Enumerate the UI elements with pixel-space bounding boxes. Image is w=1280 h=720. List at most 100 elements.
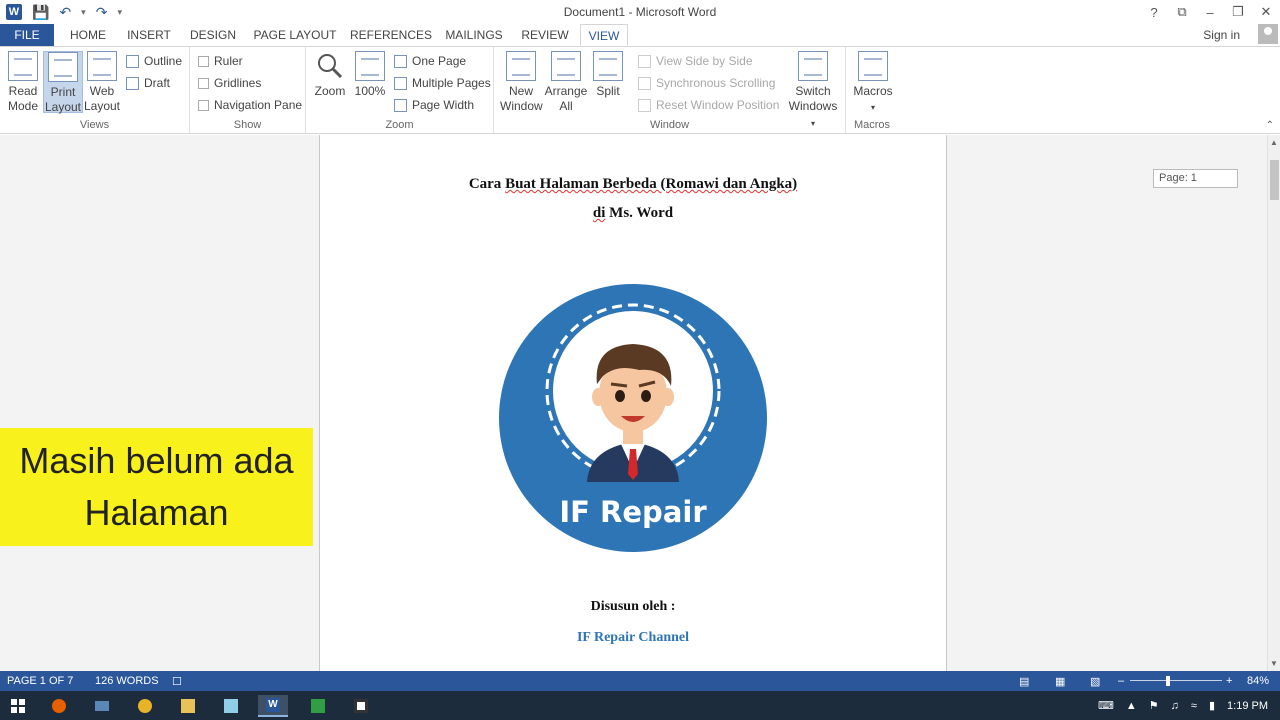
collapse-ribbon-icon[interactable]: ⌃ [1266,120,1274,131]
start-button[interactable] [3,695,33,717]
tab-page-layout[interactable]: PAGE LAYOUT [252,24,338,46]
zoom-in-icon[interactable]: + [1226,675,1232,687]
show-group: Ruler Gridlines Navigation Pane Show [190,47,306,133]
views-group-label: Views [79,119,110,131]
vertical-scrollbar[interactable]: ▲ ▼ [1267,135,1280,671]
macros-group: Macros ▾ Macros [846,47,898,133]
print-layout-button[interactable]: Print Layout [43,51,83,114]
volume-icon[interactable]: ♫ [1171,700,1179,712]
read-mode-view-icon[interactable]: ▤ [1019,675,1029,688]
macros-group-label: Macros [853,119,891,131]
network-icon[interactable]: ⚑ [1149,699,1159,712]
zoom-slider[interactable] [1130,680,1222,681]
close-button[interactable]: ✕ [1252,0,1280,24]
document-title-line-1: Cara Buat Halaman Berbeda (Romawi dan An… [468,176,798,192]
reset-window-position-icon [638,98,651,112]
show-group-label: Show [233,119,262,131]
tab-insert[interactable]: INSERT [124,24,174,46]
tab-mailings[interactable]: MAILINGS [442,24,506,46]
magnifier-icon [315,51,345,81]
camtasia-green-taskbar-icon[interactable] [303,695,333,717]
view-side-by-side-icon [638,54,651,68]
page-count[interactable]: PAGE 1 OF 7 [7,675,73,687]
navigation-pane-checkbox[interactable]: Navigation Pane [198,96,302,114]
battery-icon[interactable]: ▮ [1209,699,1215,712]
document-work-area: Cara Buat Halaman Berbeda (Romawi dan An… [0,135,1267,671]
tab-review[interactable]: REVIEW [518,24,572,46]
show-hidden-icons-icon[interactable]: ▲ [1126,700,1137,712]
status-bar: PAGE 1 OF 7 126 WORDS ☐ ▤ ▦ ▧ – + 84% [0,671,1280,691]
read-mode-button[interactable]: Read Mode [3,51,43,114]
word-count[interactable]: 126 WORDS [95,675,159,687]
zoom-group-label: Zoom [385,119,414,131]
zoom-slider-thumb[interactable] [1166,676,1170,686]
page-width-button[interactable]: Page Width [394,96,474,114]
arrange-all-button[interactable]: Arrange All [544,51,588,114]
chrome-taskbar-icon[interactable] [130,695,160,717]
sign-in-link[interactable]: Sign in [1203,28,1240,42]
avatar[interactable] [1258,24,1278,44]
scroll-down-icon[interactable]: ▼ [1270,659,1278,668]
tab-file[interactable]: FILE [0,24,54,46]
svg-text:IF Repair: IF Repair [559,495,707,529]
document-disusun: Disusun oleh : [590,599,676,614]
synchronous-scrolling-icon [638,76,651,90]
web-layout-icon [87,51,117,81]
zoom-100-button[interactable]: 100% [350,51,390,99]
file-explorer-taskbar-icon[interactable] [173,695,203,717]
tab-home[interactable]: HOME [62,24,114,46]
keyboard-taskbar-icon[interactable] [87,695,117,717]
page-tooltip: Page: 1 [1153,169,1238,188]
gridlines-checkbox-box[interactable] [198,77,209,89]
clock[interactable]: 1:19 PM [1227,700,1268,712]
web-layout-view-icon[interactable]: ▧ [1090,675,1100,688]
word-taskbar-icon[interactable]: W [258,695,288,717]
tab-design[interactable]: DESIGN [186,24,240,46]
zoom-out-icon[interactable]: – [1118,675,1124,687]
draft-button[interactable]: Draft [126,74,170,92]
camtasia-taskbar-icon[interactable] [346,695,376,717]
print-layout-icon [48,52,78,82]
wifi-icon[interactable]: ≈ [1191,700,1197,712]
firefox-taskbar-icon[interactable] [44,695,74,717]
ribbon-tabs: FILE HOME INSERT DESIGN PAGE LAYOUT REFE… [0,24,1280,46]
help-button[interactable]: ? [1140,0,1168,24]
macros-button[interactable]: Macros ▾ [851,51,895,115]
web-layout-button[interactable]: Web Layout [82,51,122,114]
print-layout-view-icon[interactable]: ▦ [1055,675,1065,688]
read-mode-icon [8,51,38,81]
tab-references[interactable]: REFERENCES [350,24,432,46]
zoom-button[interactable]: Zoom [310,51,350,99]
one-page-button[interactable]: One Page [394,52,466,70]
zoom-level[interactable]: 84% [1247,675,1269,687]
split-button[interactable]: Split [588,51,628,99]
ruler-checkbox[interactable]: Ruler [198,52,243,70]
document-page[interactable]: Cara Buat Halaman Berbeda (Romawi dan An… [319,135,947,671]
outline-button[interactable]: Outline [126,52,182,70]
keyboard-icon[interactable]: ⌨ [1098,699,1114,712]
scroll-up-icon[interactable]: ▲ [1270,138,1278,147]
proofing-icon[interactable]: ☐ [172,675,182,688]
window-group: New Window Arrange All Split View Side b… [494,47,846,133]
multiple-pages-button[interactable]: Multiple Pages [394,74,491,92]
multiple-pages-icon [394,76,407,90]
if-repair-logo: IF Repair [499,284,767,552]
gridlines-checkbox[interactable]: Gridlines [198,74,261,92]
notes-taskbar-icon[interactable] [216,695,246,717]
synchronous-scrolling-button[interactable]: Synchronous Scrolling [638,74,775,92]
restore-button[interactable]: ❐ [1224,0,1252,24]
zoom-group: Zoom 100% One Page Multiple Pages Page W… [306,47,494,133]
scroll-thumb[interactable] [1270,160,1279,200]
ribbon-display-options-button[interactable]: ⧉ [1168,0,1196,24]
draft-icon [126,76,139,90]
view-side-by-side-button[interactable]: View Side by Side [638,52,753,70]
chevron-down-icon: ▾ [870,103,875,112]
page-width-icon [394,98,407,112]
new-window-button[interactable]: New Window [500,51,543,114]
reset-window-position-button[interactable]: Reset Window Position [638,96,779,114]
ruler-checkbox-box[interactable] [198,55,209,67]
minimize-button[interactable]: – [1196,0,1224,24]
tab-view[interactable]: VIEW [580,24,628,46]
navigation-pane-checkbox-box[interactable] [198,99,209,111]
window-group-label: Window [649,119,690,131]
